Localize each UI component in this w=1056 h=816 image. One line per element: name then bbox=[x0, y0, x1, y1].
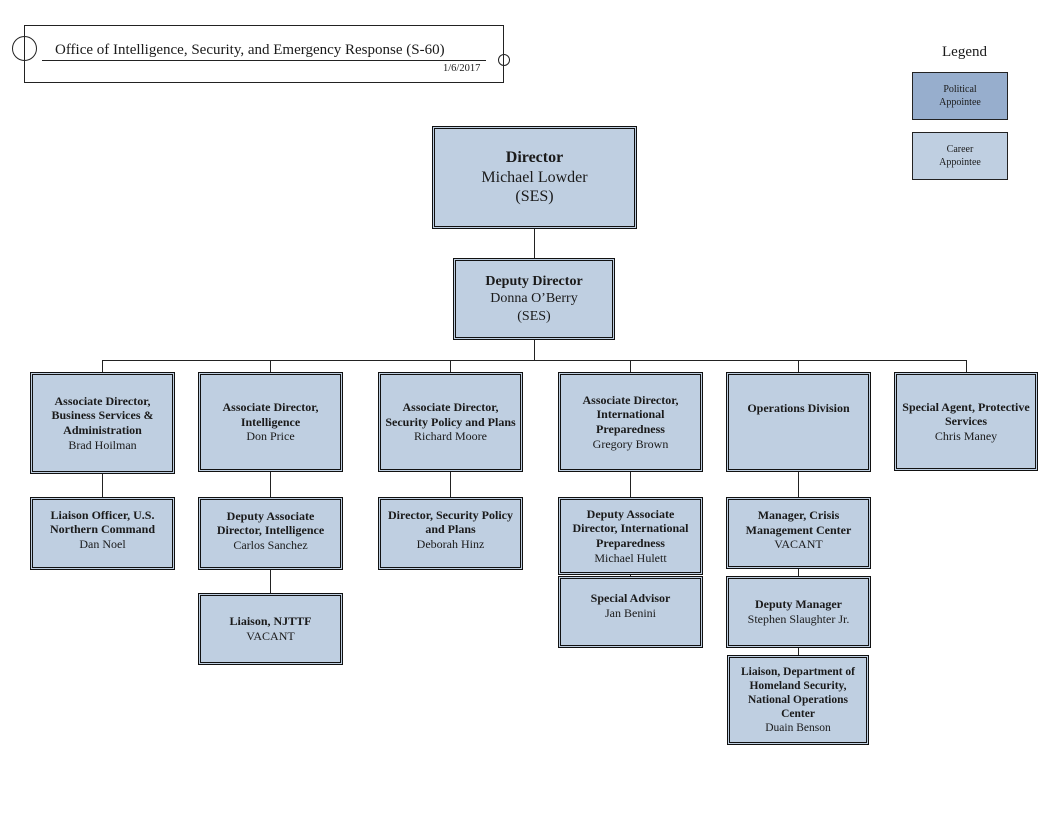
node-name: Jan Benini bbox=[605, 606, 656, 620]
node-title: Associate Director, International Prepar… bbox=[582, 392, 679, 436]
org-node-operations-division[interactable]: Operations Division bbox=[726, 372, 871, 472]
node-name: Duain Benson bbox=[765, 722, 831, 735]
org-node-deputy-assoc-intelligence[interactable]: Deputy Associate Director, Intelligence … bbox=[198, 497, 343, 570]
org-node-crisis-management-manager[interactable]: Manager, Crisis Management Center VACANT bbox=[726, 497, 871, 569]
node-title: Deputy Director bbox=[485, 274, 583, 290]
org-node-deputy-director[interactable]: Deputy Director Donna O’Berry (SES) bbox=[453, 258, 615, 340]
legend-label: Career bbox=[946, 144, 974, 155]
title-underline bbox=[42, 60, 486, 61]
org-node-special-advisor[interactable]: Special Advisor Jan Benini bbox=[558, 576, 703, 648]
node-name: Richard Moore bbox=[414, 429, 487, 444]
connector-line bbox=[102, 473, 103, 497]
node-name: Donna O’Berry bbox=[490, 291, 578, 307]
node-name: Don Price bbox=[246, 429, 295, 444]
connector-line bbox=[270, 569, 271, 594]
node-title: Liaison, NJTTF bbox=[229, 614, 312, 629]
legend-political-appointee: Political Appointee bbox=[912, 72, 1008, 120]
node-title: Liaison, Department of Homeland Security… bbox=[740, 665, 856, 720]
org-node-director-security-policy[interactable]: Director, Security Policy and Plans Debo… bbox=[378, 497, 523, 570]
node-name: Chris Maney bbox=[934, 428, 998, 443]
legend-label: Political bbox=[943, 84, 977, 95]
node-title: Associate Director, Intelligence bbox=[222, 400, 319, 429]
org-node-director[interactable]: Director Michael Lowder (SES) bbox=[432, 126, 637, 229]
node-name: Dan Noel bbox=[79, 536, 126, 551]
org-node-liaison-northcom[interactable]: Liaison Officer, U.S. Northern Command D… bbox=[30, 497, 175, 570]
legend-label: Appointee bbox=[939, 157, 981, 168]
connector-line bbox=[270, 471, 271, 497]
connector-line bbox=[534, 228, 535, 260]
node-name: Michael Hulett bbox=[594, 550, 667, 565]
connector-line bbox=[798, 471, 799, 497]
node-title: Operations Division bbox=[747, 400, 850, 415]
node-title: Special Agent, Protective Services bbox=[902, 399, 1030, 429]
node-title: Liaison Officer, U.S. Northern Command bbox=[50, 507, 155, 537]
node-name: Gregory Brown bbox=[592, 436, 669, 451]
page-title: Office of Intelligence, Security, and Em… bbox=[55, 42, 445, 58]
legend-career-appointee: Career Appointee bbox=[912, 132, 1008, 180]
connector-line bbox=[534, 339, 535, 360]
org-node-intelligence[interactable]: Associate Director, Intelligence Don Pri… bbox=[198, 372, 343, 472]
connector-line bbox=[102, 360, 966, 361]
node-title: Director, Security Policy and Plans bbox=[388, 507, 513, 537]
org-node-security-policy[interactable]: Associate Director, Security Policy and … bbox=[378, 372, 523, 472]
node-title: Associate Director, Security Policy and … bbox=[385, 400, 516, 429]
connector-line bbox=[630, 471, 631, 497]
node-note: (SES) bbox=[515, 188, 554, 206]
org-node-protective-services[interactable]: Special Agent, Protective Services Chris… bbox=[894, 372, 1038, 471]
org-node-international-preparedness[interactable]: Associate Director, International Prepar… bbox=[558, 372, 703, 472]
node-title: Special Advisor bbox=[590, 591, 671, 606]
node-name: Michael Lowder bbox=[481, 168, 588, 186]
title-circle-left bbox=[12, 36, 37, 61]
org-node-liaison-dhs-noc[interactable]: Liaison, Department of Homeland Security… bbox=[727, 655, 869, 745]
org-node-liaison-njttf[interactable]: Liaison, NJTTF VACANT bbox=[198, 593, 343, 665]
legend-label: Appointee bbox=[939, 97, 981, 108]
connector-line bbox=[450, 471, 451, 497]
node-title: Director bbox=[505, 149, 564, 167]
org-node-deputy-manager[interactable]: Deputy Manager Stephen Slaughter Jr. bbox=[726, 576, 871, 648]
node-name: Brad Hoilman bbox=[68, 437, 137, 452]
node-title: Associate Director, Business Services & … bbox=[51, 393, 154, 437]
node-title: Deputy Associate Director, Intelligence bbox=[216, 508, 325, 538]
org-node-business-services[interactable]: Associate Director, Business Services & … bbox=[30, 372, 175, 474]
legend-title: Legend bbox=[942, 44, 987, 60]
node-name: VACANT bbox=[246, 629, 295, 643]
node-name: Stephen Slaughter Jr. bbox=[747, 612, 850, 626]
node-name: Deborah Hinz bbox=[416, 536, 485, 551]
date-label: 1/6/2017 bbox=[443, 63, 481, 74]
node-title: Deputy Manager bbox=[755, 597, 842, 612]
title-circle-right bbox=[498, 54, 510, 66]
node-name: Carlos Sanchez bbox=[233, 537, 308, 552]
node-title: Deputy Associate Director, International… bbox=[572, 506, 689, 550]
org-node-deputy-assoc-international[interactable]: Deputy Associate Director, International… bbox=[558, 497, 703, 575]
node-note: (SES) bbox=[517, 308, 551, 324]
node-name: VACANT bbox=[774, 537, 823, 552]
node-title: Manager, Crisis Management Center bbox=[745, 508, 852, 537]
